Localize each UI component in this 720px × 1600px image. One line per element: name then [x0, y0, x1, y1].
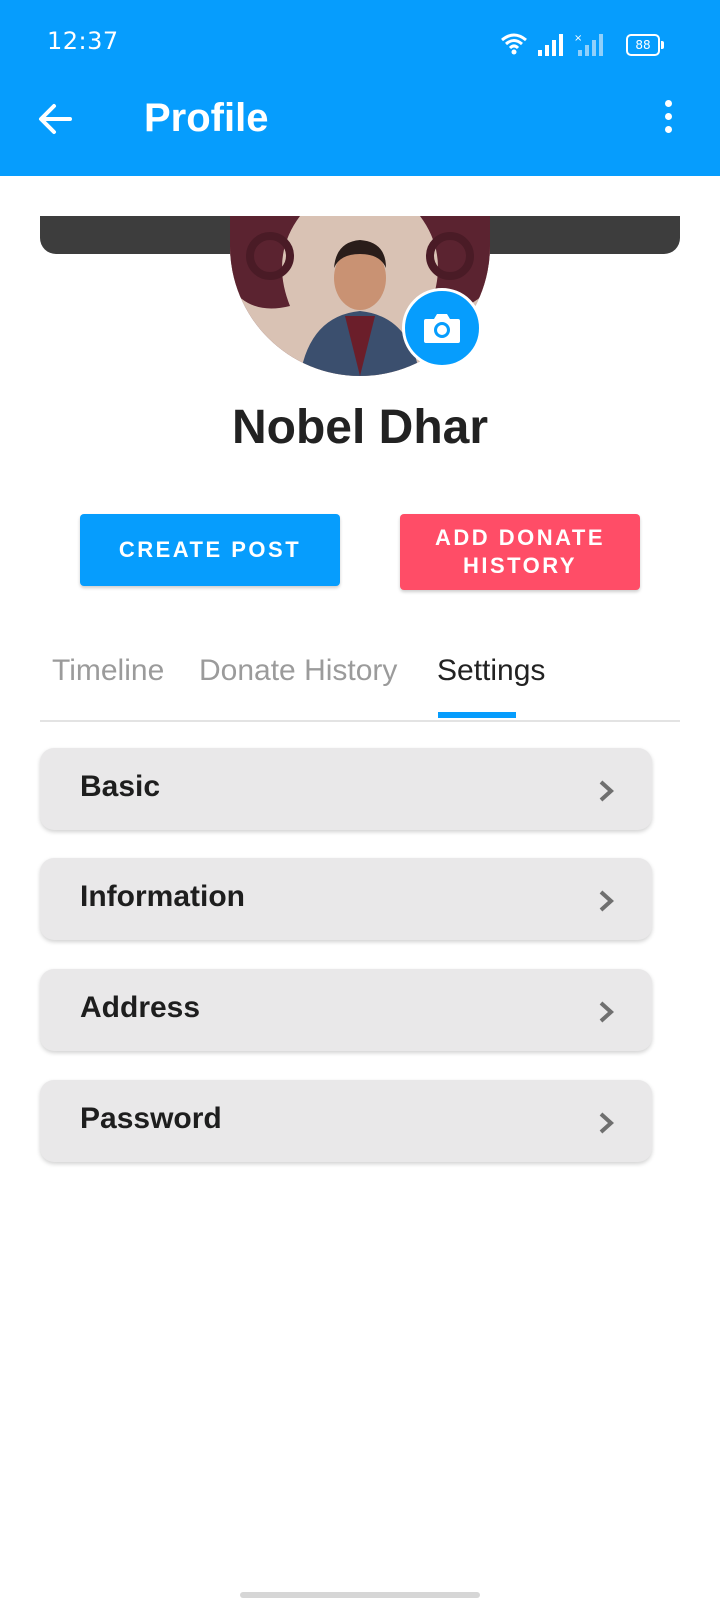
settings-item-label: Basic: [80, 770, 161, 803]
back-button[interactable]: [34, 98, 76, 140]
chevron-right-icon: [599, 890, 614, 912]
profile-tabs: Timeline Donate History Settings: [40, 640, 680, 722]
app-bar: 12:37 × 88 Profile: [0, 0, 720, 176]
chevron-right-icon: [599, 1112, 614, 1134]
more-options-button[interactable]: [656, 100, 680, 140]
tab-timeline[interactable]: Timeline: [52, 654, 164, 688]
arrow-left-icon: [39, 104, 72, 134]
add-donate-label-line1: ADD DONATE: [434, 525, 606, 550]
active-tab-indicator: [438, 712, 516, 718]
signal-icons: ×: [501, 33, 603, 56]
settings-item-address[interactable]: Address: [40, 969, 652, 1051]
tab-donate-history[interactable]: Donate History: [199, 654, 397, 688]
settings-item-label: Information: [80, 880, 245, 913]
settings-item-label: Password: [80, 1102, 222, 1135]
settings-item-information[interactable]: Information: [40, 858, 652, 940]
tab-settings[interactable]: Settings: [437, 654, 545, 688]
svg-text:×: ×: [574, 33, 582, 44]
settings-item-password[interactable]: Password: [40, 1080, 652, 1162]
chevron-right-icon: [599, 1001, 614, 1023]
create-post-button[interactable]: CREATE POST: [80, 514, 340, 586]
camera-icon: [424, 314, 460, 343]
page-title: Profile: [144, 96, 269, 140]
change-photo-button[interactable]: [402, 288, 482, 368]
home-indicator[interactable]: [240, 1592, 480, 1598]
more-vert-icon: [664, 100, 672, 107]
profile-name: Nobel Dhar: [231, 401, 489, 454]
chevron-right-icon: [599, 780, 614, 802]
add-donate-label-line2: HISTORY: [462, 553, 578, 578]
status-time: 12:37: [47, 27, 119, 55]
settings-item-label: Address: [80, 991, 201, 1024]
add-donate-history-button[interactable]: ADD DONATE HISTORY: [400, 514, 640, 590]
settings-item-basic[interactable]: Basic: [40, 748, 652, 830]
battery-icon: 88: [626, 34, 664, 56]
